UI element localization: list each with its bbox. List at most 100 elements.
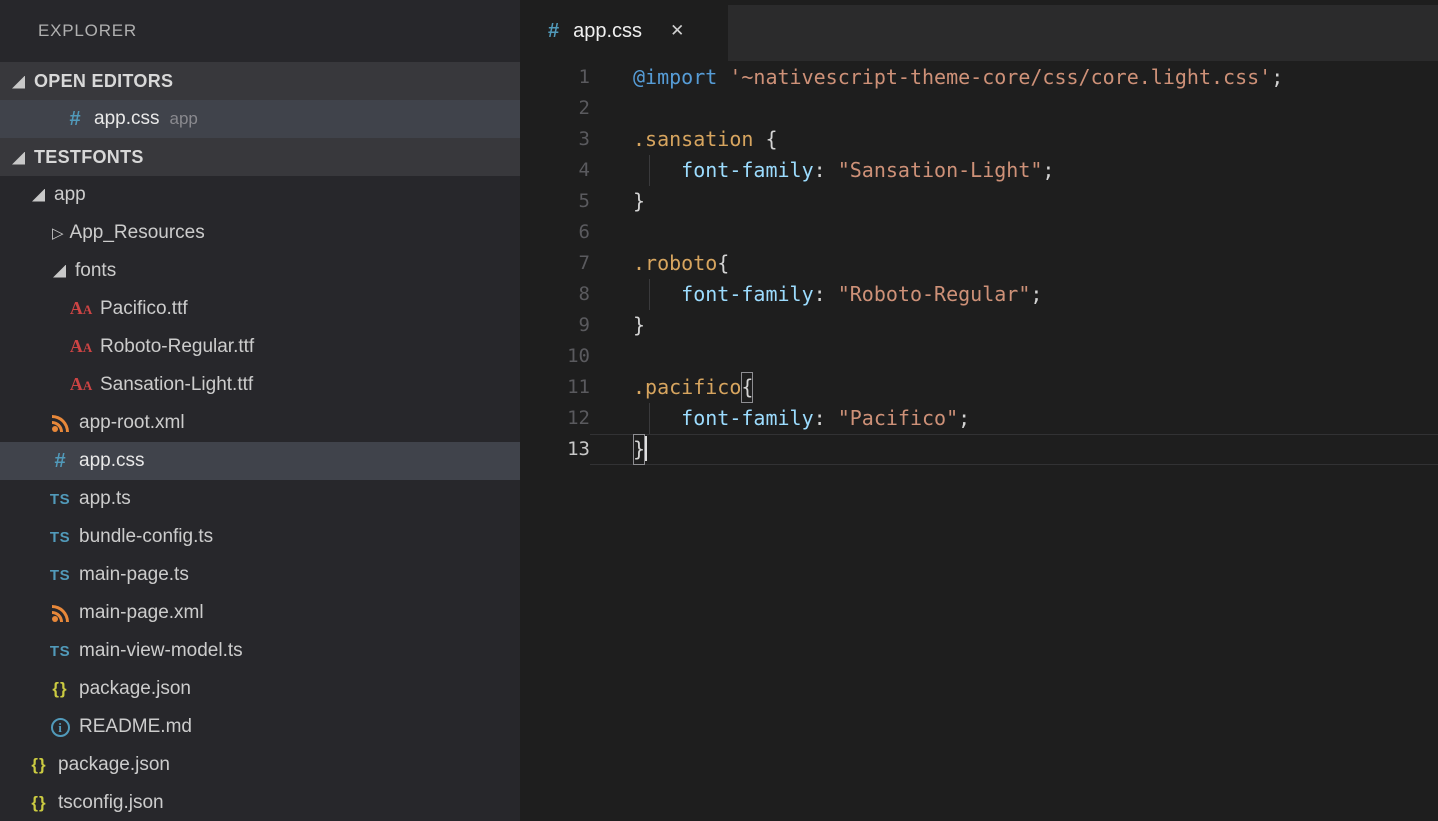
- tree-file-bundle-config-ts[interactable]: TS bundle-config.ts: [0, 518, 520, 556]
- tree-file-main-view-model-ts[interactable]: TSmain-view-model.ts: [0, 632, 520, 670]
- indent-guide: [649, 155, 650, 186]
- code-line-content: @import '~nativescript-theme-core/css/co…: [590, 62, 1438, 93]
- line-number: 11: [520, 372, 590, 403]
- line-number: 13: [520, 434, 590, 465]
- code-line-11[interactable]: 11.pacifico{: [520, 372, 1438, 403]
- line-number: 6: [520, 217, 590, 248]
- line-number: 2: [520, 93, 590, 124]
- line-number: 5: [520, 186, 590, 217]
- code-line-content: .sansation {: [590, 124, 1438, 155]
- tree-file-package-json[interactable]: {} package.json: [0, 746, 520, 784]
- line-number: 10: [520, 341, 590, 372]
- code-line-4[interactable]: 4 font-family: "Sansation-Light";: [520, 155, 1438, 186]
- indent-guide: [649, 403, 650, 434]
- typescript-file-icon: TS: [49, 525, 71, 549]
- code-editor[interactable]: 1@import '~nativescript-theme-core/css/c…: [520, 62, 1438, 821]
- css-file-icon: #: [49, 449, 71, 473]
- tree-folder-fonts[interactable]: fonts: [0, 252, 520, 290]
- code-line-3[interactable]: 3.sansation {: [520, 124, 1438, 155]
- code-line-13[interactable]: 13}: [520, 434, 1438, 465]
- tree-file-readme-md[interactable]: i README.md: [0, 708, 520, 746]
- tree-item-label: app-root.xml: [79, 412, 185, 434]
- code-line-9[interactable]: 9}: [520, 310, 1438, 341]
- line-number: 4: [520, 155, 590, 186]
- code-line-7[interactable]: 7.roboto{: [520, 248, 1438, 279]
- code-line-5[interactable]: 5}: [520, 186, 1438, 217]
- code-line-content: [590, 217, 1438, 248]
- open-editor-item-app.css[interactable]: #app.cssapp: [0, 100, 520, 138]
- code-line-content: }: [590, 434, 1438, 465]
- indent-guide: [649, 279, 650, 310]
- info-readme-icon: i: [49, 715, 71, 739]
- chevron-expanded-icon: [12, 76, 25, 89]
- line-number: 3: [520, 124, 590, 155]
- testfonts-label: TESTFONTS: [34, 147, 144, 168]
- tree-file-app-css[interactable]: # app.css: [0, 442, 520, 480]
- chevron-expanded-icon: [12, 152, 25, 165]
- typescript-file-icon: TS: [49, 563, 71, 587]
- chevron-expanded-icon: [32, 189, 45, 202]
- code-line-content: }: [590, 186, 1438, 217]
- code-line-content: font-family: "Roboto-Regular";: [590, 279, 1438, 310]
- tree-item-label: fonts: [75, 260, 116, 282]
- font-file-icon: AA: [70, 335, 92, 359]
- tree-file-app-ts[interactable]: TSapp.ts: [0, 480, 520, 518]
- typescript-file-icon: TS: [49, 639, 71, 663]
- code-line-10[interactable]: 10: [520, 341, 1438, 372]
- tree-item-label: package.json: [58, 754, 170, 776]
- matched-bracket: }: [633, 434, 645, 465]
- tree-item-label: Pacifico.ttf: [100, 298, 188, 320]
- tab-bar: # app.css ✕: [520, 0, 1438, 62]
- file-tree: app▷App_ResourcesfontsAAPacifico.ttfAARo…: [0, 176, 520, 821]
- line-number: 8: [520, 279, 590, 310]
- code-line-8[interactable]: 8 font-family: "Roboto-Regular";: [520, 279, 1438, 310]
- vscode-window: EXPLORER OPEN EDITORS #app.cssapp TESTFO…: [0, 0, 1438, 821]
- tree-item-label: tsconfig.json: [58, 792, 164, 814]
- tree-item-label: README.md: [79, 716, 192, 738]
- css-file-icon: #: [64, 107, 86, 131]
- tree-file-package-json[interactable]: {}package.json: [0, 670, 520, 708]
- testfonts-section-header[interactable]: TESTFONTS: [0, 138, 520, 176]
- tab-label: app.css: [573, 20, 642, 43]
- tree-folder-app[interactable]: app: [0, 176, 520, 214]
- matched-bracket: {: [741, 372, 753, 403]
- tree-file-main-page-xml[interactable]: main-page.xml: [0, 594, 520, 632]
- code-line-12[interactable]: 12 font-family: "Pacifico";: [520, 403, 1438, 434]
- code-line-content: font-family: "Pacifico";: [590, 403, 1438, 434]
- code-line-content: .pacifico{: [590, 372, 1438, 403]
- tree-file-app-root-xml[interactable]: app-root.xml: [0, 404, 520, 442]
- tree-file-main-page-ts[interactable]: TS main-page.ts: [0, 556, 520, 594]
- explorer-title: EXPLORER: [0, 0, 520, 62]
- tree-item-label: app.css: [79, 450, 144, 472]
- tab-app-css[interactable]: # app.css ✕: [520, 0, 728, 62]
- tree-file-roboto-regular-ttf[interactable]: AARoboto-Regular.ttf: [0, 328, 520, 366]
- tree-item-label: package.json: [79, 678, 191, 700]
- code-line-6[interactable]: 6: [520, 217, 1438, 248]
- tree-item-label: app: [54, 184, 86, 206]
- css-file-icon: #: [548, 20, 559, 43]
- code-line-content: }: [590, 310, 1438, 341]
- tab-bar-empty-space: [728, 5, 1438, 61]
- tree-item-label: app.ts: [79, 488, 131, 510]
- tree-file-pacifico-ttf[interactable]: AAPacifico.ttf: [0, 290, 520, 328]
- code-line-2[interactable]: 2: [520, 93, 1438, 124]
- xml-file-icon: [49, 601, 71, 625]
- line-number: 12: [520, 403, 590, 434]
- json-file-icon: {}: [28, 753, 50, 777]
- tree-folder-app-resources[interactable]: ▷App_Resources: [0, 214, 520, 252]
- close-icon[interactable]: ✕: [670, 21, 684, 41]
- json-file-icon: {}: [28, 791, 50, 815]
- open-editors-section-header[interactable]: OPEN EDITORS: [0, 62, 520, 100]
- code-line-content: font-family: "Sansation-Light";: [590, 155, 1438, 186]
- xml-file-icon: [49, 411, 71, 435]
- tree-file-tsconfig-json[interactable]: {} tsconfig.json: [0, 784, 520, 821]
- code-line-1[interactable]: 1@import '~nativescript-theme-core/css/c…: [520, 62, 1438, 93]
- chevron-expanded-icon: [53, 265, 66, 278]
- tree-item-label: Sansation-Light.ttf: [100, 374, 253, 396]
- tree-file-sansation-light-ttf[interactable]: AA Sansation-Light.ttf: [0, 366, 520, 404]
- tree-item-label: bundle-config.ts: [79, 526, 213, 548]
- text-cursor: [645, 436, 647, 461]
- tree-item-label: main-page.ts: [79, 564, 189, 586]
- font-file-icon: AA: [70, 373, 92, 397]
- line-number: 7: [520, 248, 590, 279]
